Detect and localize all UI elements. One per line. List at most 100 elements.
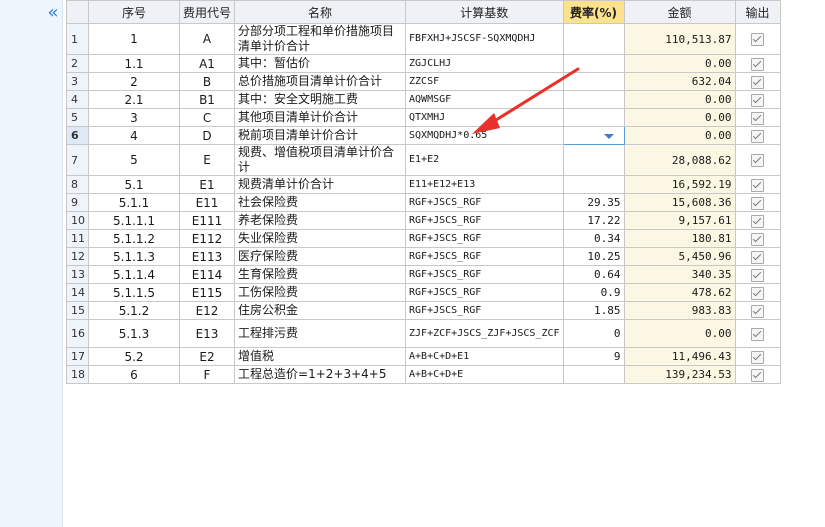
amount-cell[interactable]: 9,157.61 xyxy=(623,211,736,230)
rate-cell[interactable]: 9 xyxy=(562,347,625,366)
base-cell[interactable]: RGF+JSCS_RGF xyxy=(405,211,564,230)
row-number[interactable]: 6 xyxy=(66,126,89,145)
base-cell[interactable]: RGF+JSCS_RGF xyxy=(405,229,564,248)
rate-cell[interactable] xyxy=(562,90,625,109)
output-cell[interactable] xyxy=(734,126,781,145)
checked-checkbox-icon[interactable] xyxy=(751,111,765,125)
rate-cell[interactable]: 17.22 xyxy=(562,211,625,230)
base-cell[interactable]: A+B+C+D+E1 xyxy=(405,347,564,366)
output-cell[interactable] xyxy=(734,144,781,176)
base-cell[interactable]: QTXMHJ xyxy=(405,108,564,127)
row-number[interactable]: 11 xyxy=(66,229,89,248)
checked-checkbox-icon[interactable] xyxy=(751,286,765,300)
base-cell[interactable]: RGF+JSCS_RGF xyxy=(405,247,564,266)
code-cell[interactable]: E113 xyxy=(178,247,236,266)
output-cell[interactable] xyxy=(734,365,781,384)
output-cell[interactable] xyxy=(734,23,781,55)
checked-checkbox-icon[interactable] xyxy=(751,368,765,382)
table-row[interactable]: 11 5.1.1.2 E112 失业保险费 RGF+JSCS_RGF 0.34 180.81 xyxy=(66,229,781,248)
checked-checkbox-icon[interactable] xyxy=(751,268,765,282)
seq-cell[interactable]: 5.1.1.2 xyxy=(88,229,180,248)
base-header[interactable]: 计算基数 xyxy=(405,0,564,24)
rate-cell[interactable]: 10.25 xyxy=(562,247,625,266)
seq-cell[interactable]: 5.1 xyxy=(88,175,180,194)
output-cell[interactable] xyxy=(734,319,781,348)
checked-checkbox-icon[interactable] xyxy=(751,327,765,341)
amount-cell[interactable]: 28,088.62 xyxy=(623,144,736,176)
base-cell[interactable]: RGF+JSCS_RGF xyxy=(405,301,564,320)
table-row[interactable]: 13 5.1.1.4 E114 生育保险费 RGF+JSCS_RGF 0.64 340.35 xyxy=(66,265,781,284)
rate-cell[interactable]: 0.64 xyxy=(562,265,625,284)
base-cell[interactable]: E1+E2 xyxy=(405,144,564,176)
row-number[interactable]: 3 xyxy=(66,72,89,91)
rate-cell[interactable] xyxy=(562,54,625,73)
name-cell[interactable]: 生育保险费 xyxy=(234,265,407,284)
table-row[interactable]: 17 5.2 E2 增值税 A+B+C+D+E1 9 11,496.43 xyxy=(66,347,781,366)
row-number[interactable]: 18 xyxy=(66,365,89,384)
checked-checkbox-icon[interactable] xyxy=(751,57,765,71)
row-number[interactable]: 7 xyxy=(66,144,89,176)
collapse-panel-icon[interactable]: « xyxy=(44,3,62,23)
rate-cell[interactable] xyxy=(562,144,625,176)
output-cell[interactable] xyxy=(734,347,781,366)
code-cell[interactable]: F xyxy=(178,365,236,384)
base-cell[interactable]: AQWMSGF xyxy=(405,90,564,109)
code-cell[interactable]: A xyxy=(178,23,236,55)
rate-cell[interactable]: 0.34 xyxy=(562,229,625,248)
table-row[interactable]: 3 2 B 总价措施项目清单计价合计 ZZCSF 632.04 xyxy=(66,72,781,91)
checked-checkbox-icon[interactable] xyxy=(751,93,765,107)
seq-header[interactable]: 序号 xyxy=(88,0,180,24)
amount-cell[interactable]: 0.00 xyxy=(623,54,736,73)
rate-cell[interactable] xyxy=(562,23,625,55)
name-cell[interactable]: 养老保险费 xyxy=(234,211,407,230)
amount-header[interactable]: 金额 xyxy=(623,0,736,24)
table-row[interactable]: 8 5.1 E1 规费清单计价合计 E11+E12+E13 16,592.19 xyxy=(66,175,781,194)
table-row[interactable]: 5 3 C 其他项目清单计价合计 QTXMHJ 0.00 xyxy=(66,108,781,127)
checked-checkbox-icon[interactable] xyxy=(751,214,765,228)
amount-cell[interactable]: 632.04 xyxy=(623,72,736,91)
checked-checkbox-icon[interactable] xyxy=(751,75,765,89)
code-cell[interactable]: E111 xyxy=(178,211,236,230)
code-cell[interactable]: E13 xyxy=(178,319,236,348)
table-row[interactable]: 15 5.1.2 E12 住房公积金 RGF+JSCS_RGF 1.85 983.83 xyxy=(66,301,781,320)
row-number[interactable]: 13 xyxy=(66,265,89,284)
output-cell[interactable] xyxy=(734,301,781,320)
amount-cell[interactable]: 340.35 xyxy=(623,265,736,284)
row-number[interactable]: 1 xyxy=(66,23,89,55)
checked-checkbox-icon[interactable] xyxy=(751,178,765,192)
amount-cell[interactable]: 139,234.53 xyxy=(623,365,736,384)
row-number[interactable]: 16 xyxy=(66,319,89,348)
name-cell[interactable]: 社会保险费 xyxy=(234,193,407,212)
code-cell[interactable]: E2 xyxy=(178,347,236,366)
code-cell[interactable]: B1 xyxy=(178,90,236,109)
name-cell[interactable]: 分部分项工程和单价措施项目清单计价合计 xyxy=(234,23,407,55)
table-row[interactable]: 4 2.1 B1 其中：安全文明施工费 AQWMSGF 0.00 xyxy=(66,90,781,109)
amount-cell[interactable]: 11,496.43 xyxy=(623,347,736,366)
dropdown-arrow-icon[interactable] xyxy=(603,134,614,139)
name-cell[interactable]: 其中：安全文明施工费 xyxy=(234,90,407,109)
table-row[interactable]: 10 5.1.1.1 E111 养老保险费 RGF+JSCS_RGF 17.22 9,157… xyxy=(66,211,781,230)
seq-cell[interactable]: 5.1.1 xyxy=(88,193,180,212)
row-number[interactable]: 12 xyxy=(66,247,89,266)
seq-cell[interactable]: 2 xyxy=(88,72,180,91)
checked-checkbox-icon[interactable] xyxy=(751,154,765,167)
base-cell[interactable]: E11+E12+E13 xyxy=(405,175,564,194)
amount-cell[interactable]: 180.81 xyxy=(623,229,736,248)
output-cell[interactable] xyxy=(734,108,781,127)
row-number[interactable]: 17 xyxy=(66,347,89,366)
base-cell[interactable]: ZGJCLHJ xyxy=(405,54,564,73)
rate-cell[interactable]: 0.9 xyxy=(562,283,625,302)
code-cell[interactable]: B xyxy=(178,72,236,91)
base-cell[interactable]: RGF+JSCS_RGF xyxy=(405,265,564,284)
name-header[interactable]: 名称 xyxy=(234,0,407,24)
table-row[interactable]: 14 5.1.1.5 E115 工伤保险费 RGF+JSCS_RGF 0.9 478.62 xyxy=(66,283,781,302)
seq-cell[interactable]: 5.1.1.3 xyxy=(88,247,180,266)
seq-cell[interactable]: 1.1 xyxy=(88,54,180,73)
rate-cell[interactable]: 29.35 xyxy=(562,193,625,212)
rate-cell[interactable]: 1.85 xyxy=(562,301,625,320)
base-cell[interactable]: ZZCSF xyxy=(405,72,564,91)
amount-cell[interactable]: 0.00 xyxy=(623,126,736,145)
rate-cell[interactable] xyxy=(562,175,625,194)
name-cell[interactable]: 其他项目清单计价合计 xyxy=(234,108,407,127)
output-cell[interactable] xyxy=(734,54,781,73)
